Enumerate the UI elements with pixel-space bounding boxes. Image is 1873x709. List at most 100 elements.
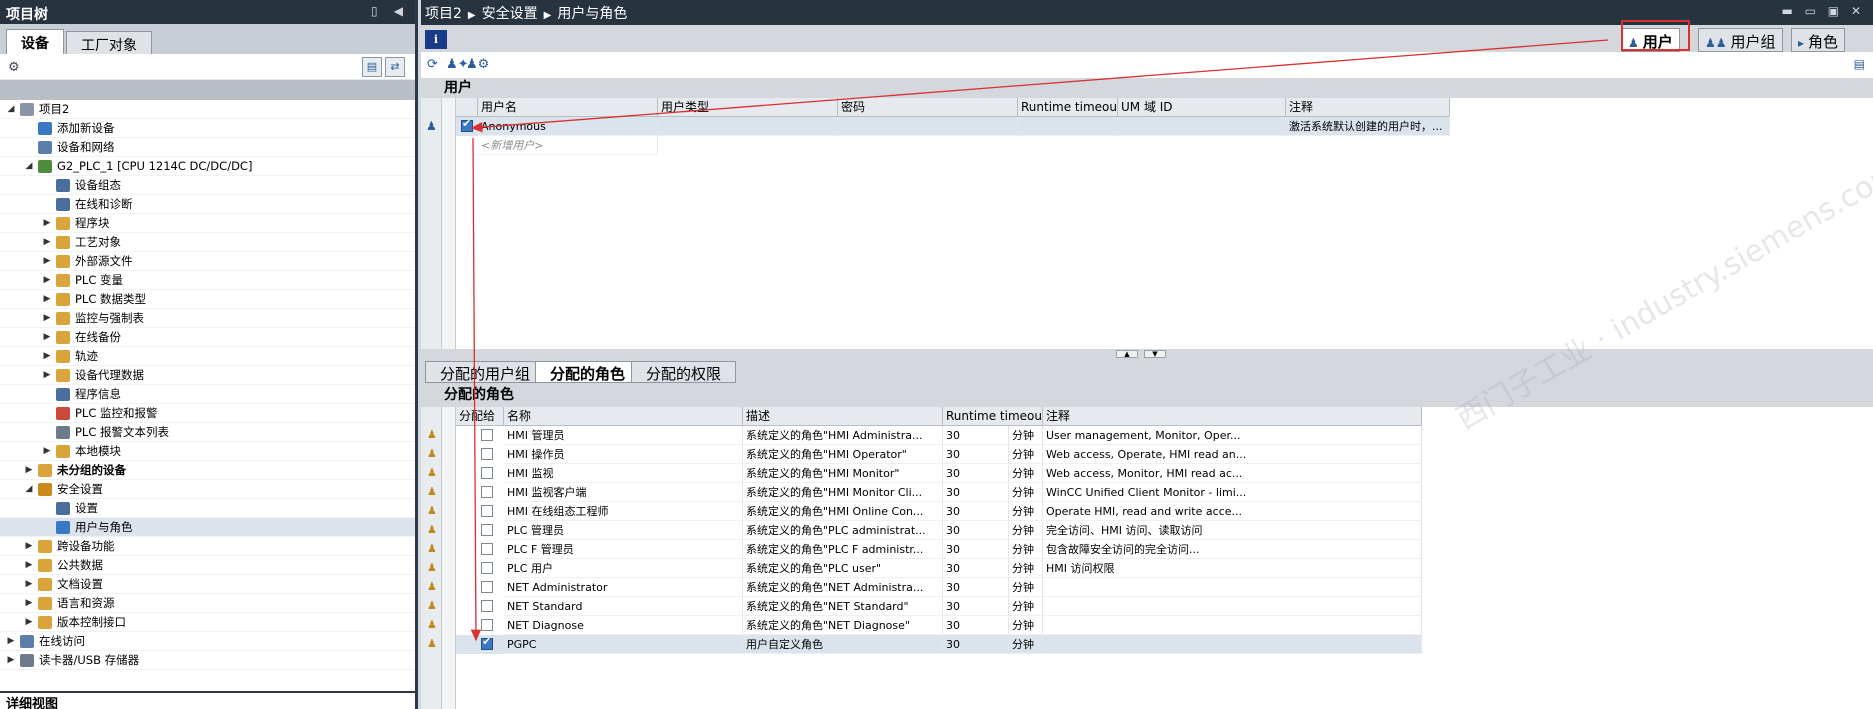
window-controls[interactable]: ▬ ▭ ▣ ✕ bbox=[1781, 4, 1865, 18]
role-cell-name[interactable]: HMI 监视客户端 bbox=[504, 483, 743, 502]
column-header[interactable]: 名称 bbox=[504, 407, 743, 426]
expand-right-icon[interactable]: ▶ bbox=[42, 290, 52, 309]
refresh-users-icon[interactable]: ⟳ bbox=[427, 57, 438, 72]
role-cell-name[interactable]: HMI 监视 bbox=[504, 464, 743, 483]
column-header[interactable]: Runtime timeout bbox=[1018, 98, 1118, 117]
role-cell-name[interactable]: PLC F 管理员 bbox=[504, 540, 743, 559]
breadcrumb-item-security[interactable]: 安全设置 bbox=[482, 6, 538, 22]
tree-item[interactable]: ▶ 公共数据 bbox=[0, 556, 415, 575]
expand-right-icon[interactable]: ▶ bbox=[42, 366, 52, 385]
detail-view-header[interactable]: 详细视图 bbox=[0, 691, 415, 709]
expand-right-icon[interactable]: ▶ bbox=[6, 632, 16, 651]
expand-right-icon[interactable]: ▶ bbox=[42, 214, 52, 233]
tab-roles[interactable]: ▸ 角色 bbox=[1791, 28, 1846, 52]
tree-item[interactable]: ▶ 版本控制接口 bbox=[0, 613, 415, 632]
splitter[interactable]: ▲ ▼ bbox=[421, 349, 1873, 359]
info-icon[interactable]: i bbox=[425, 30, 447, 49]
assign-role-checkbox[interactable] bbox=[481, 619, 493, 631]
role-cell-name[interactable]: PGPC bbox=[504, 635, 743, 654]
tree-item[interactable]: PLC 监控和报警 bbox=[0, 404, 415, 423]
role-cell-name[interactable]: HMI 操作员 bbox=[504, 445, 743, 464]
column-header[interactable]: 用户名 bbox=[478, 98, 658, 117]
tab-plant-objects[interactable]: 工厂对象 bbox=[66, 31, 152, 55]
expand-right-icon[interactable]: ▶ bbox=[42, 252, 52, 271]
user-cell-name[interactable]: Anonymous bbox=[478, 117, 658, 136]
tree-item[interactable]: 设备和网络 bbox=[0, 138, 415, 157]
role-cell-name[interactable]: PLC 用户 bbox=[504, 559, 743, 578]
tree-item[interactable]: PLC 报警文本列表 bbox=[0, 423, 415, 442]
tab-devices[interactable]: 设备 bbox=[6, 29, 64, 55]
tree-item[interactable]: ▶ 未分组的设备 bbox=[0, 461, 415, 480]
tree-item[interactable]: 程序信息 bbox=[0, 385, 415, 404]
expand-down-icon[interactable]: ◢ bbox=[24, 480, 34, 499]
breadcrumb-item-project[interactable]: 项目2 bbox=[425, 6, 462, 22]
layout-icon[interactable]: ▤ bbox=[1854, 57, 1865, 71]
tree-item[interactable]: ▶ 监控与强制表 bbox=[0, 309, 415, 328]
expand-right-icon[interactable]: ▶ bbox=[24, 575, 34, 594]
tree-item[interactable]: ▶ 程序块 bbox=[0, 214, 415, 233]
expand-right-icon[interactable]: ▶ bbox=[42, 442, 52, 461]
assign-role-checkbox[interactable] bbox=[481, 448, 493, 460]
tree-item[interactable]: ▶ 设备代理数据 bbox=[0, 366, 415, 385]
assign-role-checkbox[interactable] bbox=[481, 562, 493, 574]
tree-item[interactable]: ▶ PLC 数据类型 bbox=[0, 290, 415, 309]
expand-right-icon[interactable]: ▶ bbox=[42, 347, 52, 366]
tree-item[interactable]: ◢ G2_PLC_1 [CPU 1214C DC/DC/DC] bbox=[0, 157, 415, 176]
tree-item[interactable]: ▶ 在线备份 bbox=[0, 328, 415, 347]
assign-role-checkbox[interactable] bbox=[481, 467, 493, 479]
role-cell-name[interactable]: HMI 在线组态工程师 bbox=[504, 502, 743, 521]
expand-right-icon[interactable]: ▶ bbox=[24, 461, 34, 480]
tree-item[interactable]: ▶ 轨迹 bbox=[0, 347, 415, 366]
tree-item[interactable]: ▶ 外部源文件 bbox=[0, 252, 415, 271]
tree-item[interactable]: 设置 bbox=[0, 499, 415, 518]
user-settings-icon[interactable]: ♟⚙ bbox=[466, 57, 489, 72]
tree-item[interactable]: ▶ 跨设备功能 bbox=[0, 537, 415, 556]
expand-right-icon[interactable]: ▶ bbox=[24, 594, 34, 613]
assign-role-checkbox[interactable] bbox=[481, 635, 493, 650]
assign-role-checkbox[interactable] bbox=[481, 429, 493, 441]
role-cell-name[interactable]: NET Administrator bbox=[504, 578, 743, 597]
tree-item[interactable]: 添加新设备 bbox=[0, 119, 415, 138]
tree-item[interactable]: ◢ 安全设置 bbox=[0, 480, 415, 499]
tree-item[interactable]: ▶ PLC 变量 bbox=[0, 271, 415, 290]
role-cell-name[interactable]: NET Diagnose bbox=[504, 616, 743, 635]
breadcrumb-item-users-roles[interactable]: 用户与角色 bbox=[557, 6, 627, 22]
splitter-down-icon[interactable]: ▼ bbox=[1144, 350, 1166, 358]
tree-item[interactable]: ▶ 文档设置 bbox=[0, 575, 415, 594]
tree-item[interactable]: ▶ 语言和资源 bbox=[0, 594, 415, 613]
tree-toolbar-icon[interactable]: ⚙ bbox=[8, 60, 20, 75]
column-header[interactable]: 用户类型 bbox=[658, 98, 838, 117]
tree-item[interactable]: ◢ 项目2 bbox=[0, 100, 415, 119]
column-header[interactable]: 注释 bbox=[1286, 98, 1450, 117]
assign-role-checkbox[interactable] bbox=[481, 581, 493, 593]
expand-right-icon[interactable]: ▶ bbox=[24, 556, 34, 575]
tree-item[interactable]: ▶ 本地模块 bbox=[0, 442, 415, 461]
expand-down-icon[interactable]: ◢ bbox=[6, 100, 16, 119]
column-header[interactable]: 注释 bbox=[1043, 407, 1422, 426]
tab-assigned-user-groups[interactable]: 分配的用户组 bbox=[425, 361, 546, 383]
sync-icon[interactable]: ⇄ bbox=[385, 57, 405, 77]
expand-right-icon[interactable]: ▶ bbox=[24, 537, 34, 556]
tab-users[interactable]: ♟ 用户 bbox=[1621, 28, 1680, 52]
panel-controls[interactable]: ▯ ◀ bbox=[371, 4, 409, 18]
expand-right-icon[interactable]: ▶ bbox=[24, 613, 34, 632]
tab-user-groups[interactable]: ♟♟ 用户组 bbox=[1698, 28, 1783, 52]
role-cell-name[interactable]: PLC 管理员 bbox=[504, 521, 743, 540]
tree-item[interactable]: ▶ 读卡器/USB 存储器 bbox=[0, 651, 415, 670]
splitter-up-icon[interactable]: ▲ bbox=[1116, 350, 1138, 358]
expand-right-icon[interactable]: ▶ bbox=[6, 651, 16, 670]
tree-item[interactable]: 设备组态 bbox=[0, 176, 415, 195]
column-header[interactable]: 分配给 bbox=[456, 407, 504, 426]
expand-right-icon[interactable]: ▶ bbox=[42, 271, 52, 290]
expand-down-icon[interactable]: ◢ bbox=[24, 157, 34, 176]
tree-item[interactable]: 在线和诊断 bbox=[0, 195, 415, 214]
assign-role-checkbox[interactable] bbox=[481, 600, 493, 612]
tab-assigned-permissions[interactable]: 分配的权限 bbox=[631, 361, 737, 383]
expand-right-icon[interactable]: ▶ bbox=[42, 233, 52, 252]
column-header[interactable]: 密码 bbox=[838, 98, 1018, 117]
role-cell-name[interactable]: NET Standard bbox=[504, 597, 743, 616]
tab-assigned-roles[interactable]: 分配的角色 bbox=[535, 361, 641, 383]
column-header[interactable]: 描述 bbox=[743, 407, 943, 426]
assign-role-checkbox[interactable] bbox=[481, 543, 493, 555]
column-header[interactable]: Runtime timeout bbox=[943, 407, 1043, 426]
